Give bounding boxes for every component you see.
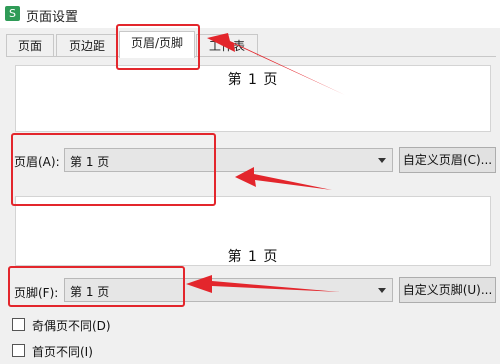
annotation-arrows bbox=[186, 33, 345, 293]
annotation-arrow-header bbox=[235, 167, 332, 190]
annotation-arrow-tab bbox=[207, 33, 345, 95]
annotation-arrow-footer bbox=[186, 275, 340, 293]
tab-header-footer[interactable]: 页眉/页脚 bbox=[119, 31, 195, 58]
